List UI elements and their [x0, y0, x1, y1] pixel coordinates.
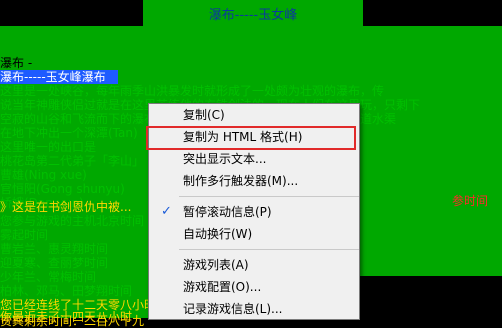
menu-item[interactable]: 游戏列表(A): [149, 254, 359, 276]
terminal-line: 桃花岛第二代弟子「李山」: [0, 154, 145, 168]
checkmark-icon: ✓: [161, 204, 172, 219]
right-partial-text: 参时间: [452, 194, 489, 208]
terminal-line: 瀑布-----玉女峰瀑布: [0, 70, 118, 84]
terminal-line: 柏林、邓马、田梦翔时间: [0, 284, 133, 298]
checkmark-icon: [161, 104, 175, 126]
menu-item[interactable]: 突出显示文本...: [149, 148, 359, 170]
menu-item-label: 自动换行(W): [183, 227, 253, 241]
menu-item-label: 游戏配置(O)...: [183, 280, 262, 294]
menu-separator: [179, 196, 359, 197]
terminal-line: 这里是一处峡谷，每年雨季山洪暴发时就形成了一处颇为壮观的瀑布，传: [0, 84, 385, 98]
terminal-line: 您参与游戏的主机北京时间: [0, 214, 145, 228]
menu-item[interactable]: 制作多行触发器(M)...: [149, 170, 359, 192]
checkmark-icon: [161, 170, 175, 192]
terminal-line: 曹岩兰、惠灵翔时间: [0, 242, 109, 256]
checkmark-icon: [161, 298, 175, 320]
checkmark-icon: [161, 254, 175, 276]
terminal-line: 贵宾剩余时间：二百八十九: [0, 314, 145, 328]
menu-item-label: 突出显示文本...: [183, 152, 267, 166]
terminal-line: 这里唯一的出口是: [0, 140, 97, 154]
menu-item[interactable]: 复制(C): [149, 104, 359, 126]
menu-item[interactable]: ✓ 暂停滚动信息(P): [149, 201, 359, 223]
terminal-line: 官恒阳(Gong shunyu): [0, 182, 125, 196]
checkmark-icon: [161, 276, 175, 298]
terminal-line: 曹雄(Ning xue): [0, 168, 87, 182]
window-title: 瀑布-----玉女峰: [143, 0, 363, 26]
terminal-line: 雾起时间: [0, 228, 49, 242]
terminal-line: 迎夏寒、查丽梦时间: [0, 256, 109, 270]
checkmark-icon: [161, 148, 175, 170]
menu-item-label: 暂停滚动信息(P): [183, 205, 272, 219]
terminal-line: 少年兰、常梅时间: [0, 270, 97, 284]
menu-item[interactable]: 记录游戏信息(L)...: [149, 298, 359, 320]
terminal-line: 瀑布 -: [0, 56, 502, 70]
highlight-box: [146, 126, 356, 150]
menu-item-label: 制作多行触发器(M)...: [183, 174, 299, 188]
menu-item-label: 记录游戏信息(L)...: [183, 302, 283, 316]
terminal-line: 在地下冲出一个深潭(Tan): [0, 126, 138, 140]
menu-item[interactable]: 自动换行(W): [149, 223, 359, 245]
menu-item-label: 游戏列表(A): [183, 258, 249, 272]
menu-item-label: 复制(C): [183, 108, 225, 122]
terminal-line: 》这是在书剑恩仇中被...: [0, 200, 132, 214]
menu-separator: [179, 249, 359, 250]
menu-item[interactable]: 游戏配置(O)...: [149, 276, 359, 298]
checkmark-icon: [161, 223, 175, 245]
